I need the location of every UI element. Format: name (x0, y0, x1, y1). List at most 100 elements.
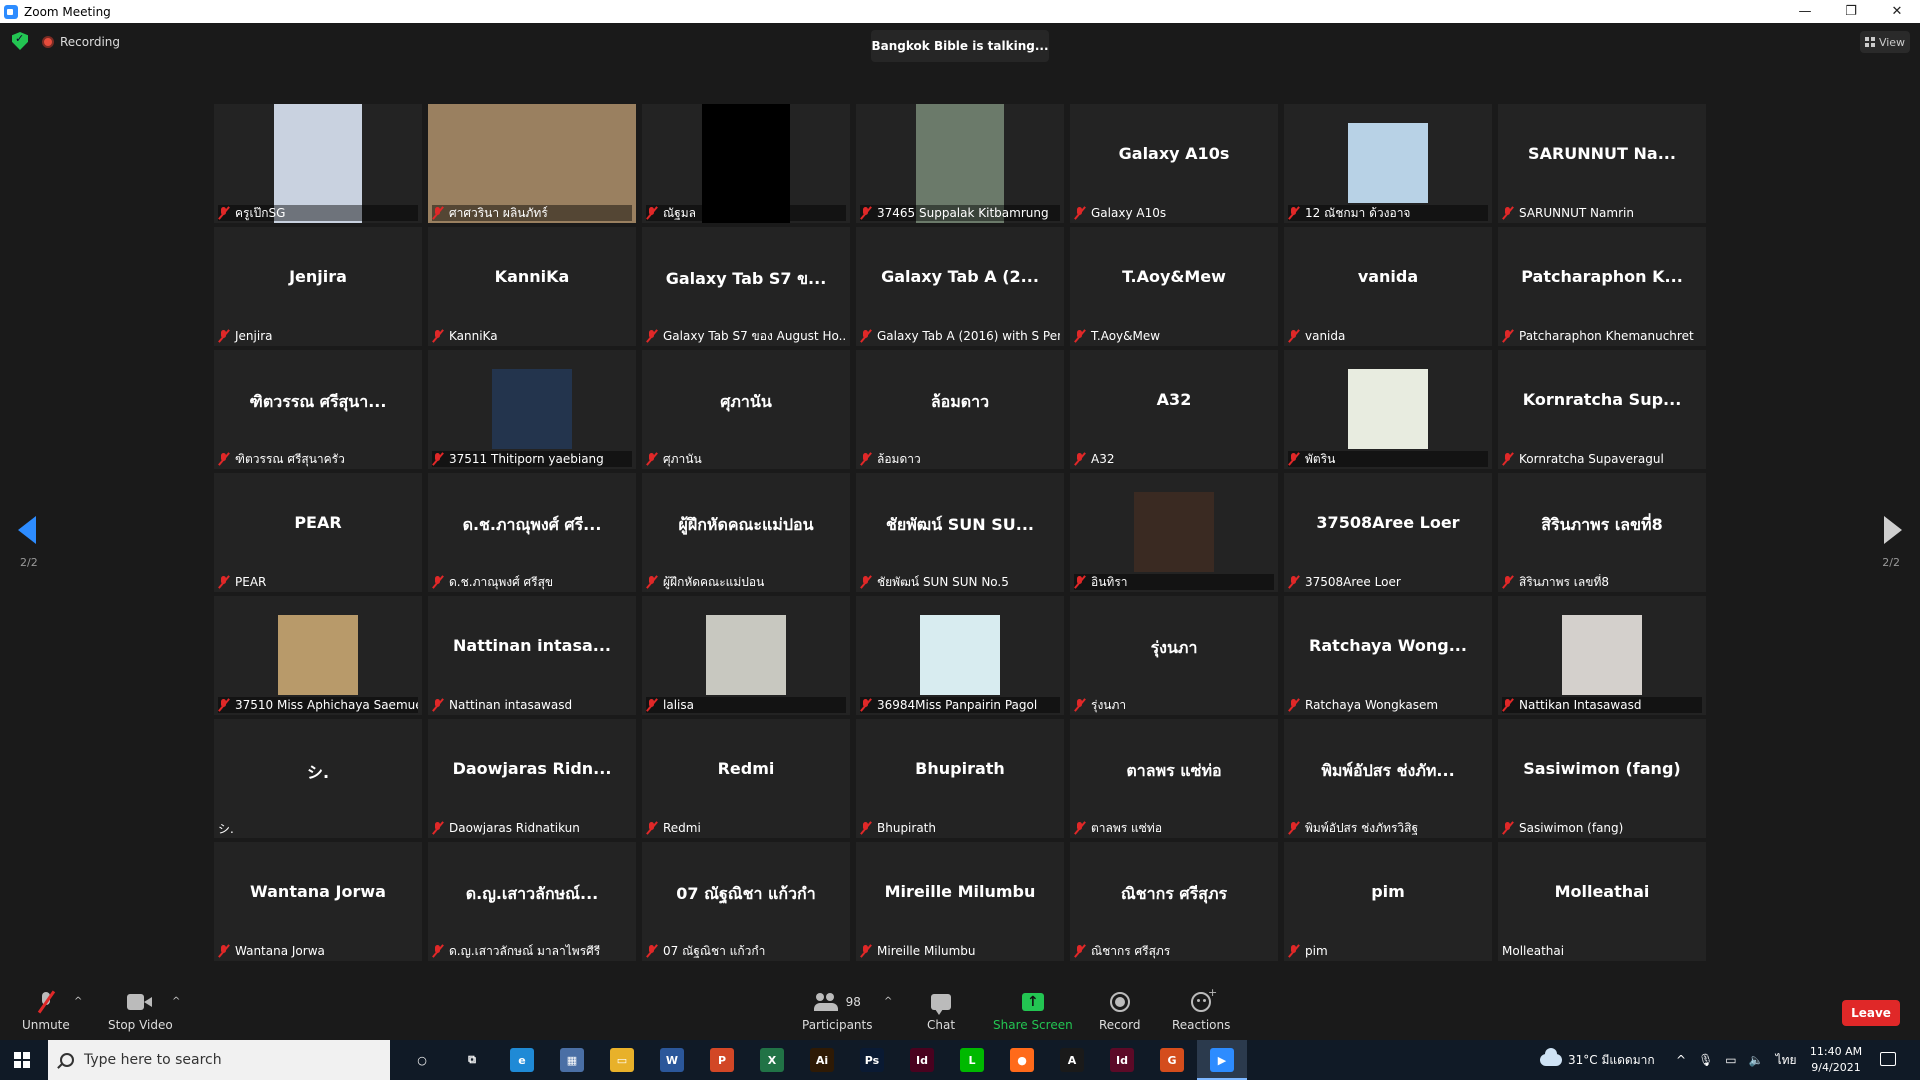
participant-tile[interactable]: ณิชากร ศรีสุภร ณิชากร ศรีสุภร (1070, 842, 1278, 961)
participant-tile[interactable]: Kornratcha Sup... Kornratcha Supaveragul (1498, 350, 1706, 469)
participant-photo (706, 615, 786, 695)
participant-tile[interactable]: pim pim (1284, 842, 1492, 961)
participant-tile[interactable]: รุ่งนภา รุ่งนภา (1070, 596, 1278, 715)
task-view-icon[interactable]: ⧉ (460, 1048, 484, 1072)
participant-tile[interactable]: ฑิตวรรณ ศรีสุนา... ฑิตวรรณ ศรีสุนาครัว (214, 350, 422, 469)
participant-tile[interactable]: พิมพ์อัปสร ช่งภัท... พิมพ์อัปสร ช่งภัทรวิ… (1284, 719, 1492, 838)
participant-tile[interactable]: Bhupirath Bhupirath (856, 719, 1064, 838)
video-options-caret-icon[interactable]: ^ (172, 996, 180, 1007)
taskbar-search-input[interactable]: Type here to search (48, 1040, 390, 1080)
taskbar-clock[interactable]: 11:40 AM 9/4/2021 (1806, 1044, 1866, 1076)
participant-tile[interactable]: PEAR PEAR (214, 473, 422, 592)
participant-tile[interactable]: lalisa (642, 596, 850, 715)
unmute-label: Unmute (22, 1018, 70, 1032)
stop-video-button[interactable]: Stop Video (108, 990, 173, 1032)
participant-tile[interactable]: ครูเป๊กSG (214, 104, 422, 223)
microphone-tray-icon[interactable]: 🎙 (1698, 1053, 1713, 1067)
unmute-button[interactable]: Unmute (22, 990, 70, 1032)
photoshop-icon[interactable]: Ps (860, 1048, 884, 1072)
participant-tile[interactable]: 37508Aree Loer 37508Aree Loer (1284, 473, 1492, 592)
line-icon[interactable]: L (960, 1048, 984, 1072)
illustrator-icon[interactable]: Ai (810, 1048, 834, 1072)
participant-tile[interactable]: Molleathai Molleathai (1498, 842, 1706, 961)
participant-tile[interactable]: Wantana Jorwa Wantana Jorwa (214, 842, 422, 961)
zoom-icon[interactable]: ▶ (1210, 1048, 1234, 1072)
share-screen-button[interactable]: ↑ Share Screen (993, 990, 1073, 1032)
leave-button[interactable]: Leave (1842, 1000, 1900, 1026)
participant-tile[interactable]: T.Aoy&Mew T.Aoy&Mew (1070, 227, 1278, 346)
acrobat-icon[interactable]: A (1060, 1048, 1084, 1072)
participant-tile[interactable]: ณัฐมล (642, 104, 850, 223)
indesign-2-icon[interactable]: Id (1110, 1048, 1134, 1072)
participant-tile[interactable]: vanida vanida (1284, 227, 1492, 346)
participants-options-caret-icon[interactable]: ^ (884, 996, 892, 1007)
participant-tile[interactable]: Daowjaras Ridn... Daowjaras Ridnatikun (428, 719, 636, 838)
windows-start-icon[interactable] (14, 1052, 30, 1068)
next-page-arrow-icon[interactable] (1884, 516, 1902, 544)
participant-tile[interactable]: Nattikan Intasawasd (1498, 596, 1706, 715)
participant-tile[interactable]: 07 ณัฐณิชา แก้วกำ 07 ณัฐณิชา แก้วกำ (642, 842, 850, 961)
record-button[interactable]: Record (1099, 990, 1140, 1032)
word-icon[interactable]: W (660, 1048, 684, 1072)
participant-tile[interactable]: シ. シ. (214, 719, 422, 838)
participants-button[interactable]: 98 Participants (802, 990, 873, 1032)
participant-tile[interactable]: Mireille Milumbu Mireille Milumbu (856, 842, 1064, 961)
participant-tile[interactable]: Ratchaya Wong... Ratchaya Wongkasem (1284, 596, 1492, 715)
excel-icon[interactable]: X (760, 1048, 784, 1072)
edge-icon[interactable]: e (510, 1048, 534, 1072)
participant-tile[interactable]: KanniKa KanniKa (428, 227, 636, 346)
audio-options-caret-icon[interactable]: ^ (74, 996, 82, 1007)
reactions-button[interactable]: Reactions (1172, 986, 1230, 1032)
previous-page-arrow-icon[interactable] (18, 516, 36, 544)
minimize-button[interactable]: — (1782, 0, 1828, 23)
participant-tile[interactable]: Jenjira Jenjira (214, 227, 422, 346)
participant-tile[interactable]: ผู้ฝึกหัดคณะแม่ปอน ผู้ฝึกหัดคณะแม่ปอน (642, 473, 850, 592)
network-icon[interactable]: ▭ (1725, 1053, 1736, 1067)
participant-tile[interactable]: 36984Miss Panpairin Pagol (856, 596, 1064, 715)
tray-chevron-icon[interactable]: ^ (1676, 1053, 1686, 1067)
participant-tile[interactable]: ด.ช.ภาณุพงศ์ ศรี... ด.ช.ภาณุพงศ์ ศรีสุข (428, 473, 636, 592)
participant-tile[interactable]: Redmi Redmi (642, 719, 850, 838)
chat-button[interactable]: Chat (927, 990, 955, 1032)
calculator-icon[interactable]: ▦ (560, 1048, 584, 1072)
firefox-icon[interactable]: ● (1010, 1048, 1034, 1072)
participant-tile[interactable]: อินทิรา (1070, 473, 1278, 592)
weather-widget[interactable]: 31°C มีแดดมาก (1540, 1040, 1655, 1080)
participant-tile[interactable]: ล้อมดาว ล้อมดาว (856, 350, 1064, 469)
participant-tile[interactable]: 37465 Suppalak Kitbamrung (856, 104, 1064, 223)
view-button[interactable]: View (1860, 31, 1910, 53)
file-explorer-icon[interactable]: ▭ (610, 1048, 634, 1072)
muted-microphone-icon (432, 822, 444, 834)
participant-tile[interactable]: ตาลพร แซ่ท่อ ตาลพร แซ่ท่อ (1070, 719, 1278, 838)
grammarly-icon[interactable]: G (1160, 1048, 1184, 1072)
participant-tile[interactable]: 37511 Thitiporn yaebiang (428, 350, 636, 469)
close-button[interactable]: ✕ (1874, 0, 1920, 23)
participant-tile[interactable]: ชัยพัฒน์ SUN SU... ชัยพัฒน์ SUN SUN No.5 (856, 473, 1064, 592)
cortana-icon[interactable]: ○ (410, 1048, 434, 1072)
participant-tile[interactable]: Sasiwimon (fang) Sasiwimon (fang) (1498, 719, 1706, 838)
restore-button[interactable]: ❐ (1828, 0, 1874, 23)
participant-tile[interactable]: สิรินภาพร เลขที่8 สิรินภาพร เลขที่8 (1498, 473, 1706, 592)
participant-tile[interactable]: 37510 Miss Aphichaya Saemue (214, 596, 422, 715)
volume-icon[interactable]: 🔈 (1749, 1053, 1764, 1067)
participant-tile[interactable]: Patcharaphon K... Patcharaphon Khemanuchr… (1498, 227, 1706, 346)
participant-tile[interactable]: 12 ณัชกมา ด้วงอาจ (1284, 104, 1492, 223)
encryption-shield-icon[interactable] (12, 32, 28, 50)
language-indicator[interactable]: ไทย (1776, 1051, 1797, 1070)
participant-tile[interactable]: ด.ญ.เสาวลักษณ์... ด.ญ.เสาวลักษณ์ มาลาไพรศ… (428, 842, 636, 961)
participant-tile[interactable]: ศุภานัน ศุภานัน (642, 350, 850, 469)
participant-tile[interactable]: Nattinan intasa... Nattinan intasawasd (428, 596, 636, 715)
indesign-icon[interactable]: Id (910, 1048, 934, 1072)
participant-tile[interactable]: ศาศวรินา ผลินภัทร์ (428, 104, 636, 223)
notification-center-icon[interactable] (1880, 1052, 1896, 1066)
recording-dot-icon (42, 36, 54, 48)
participant-tile[interactable]: พัตริน (1284, 350, 1492, 469)
participant-tile[interactable]: Galaxy Tab A (2... Galaxy Tab A (2016) wi… (856, 227, 1064, 346)
recording-indicator[interactable]: Recording (42, 35, 120, 49)
muted-microphone-icon (432, 576, 444, 588)
participant-tile[interactable]: Galaxy Tab S7 ข... Galaxy Tab S7 ของ Augu… (642, 227, 850, 346)
participant-tile[interactable]: SARUNNUT Na... SARUNNUT Namrin (1498, 104, 1706, 223)
participant-tile[interactable]: Galaxy A10s Galaxy A10s (1070, 104, 1278, 223)
powerpoint-icon[interactable]: P (710, 1048, 734, 1072)
participant-tile[interactable]: A32 A32 (1070, 350, 1278, 469)
